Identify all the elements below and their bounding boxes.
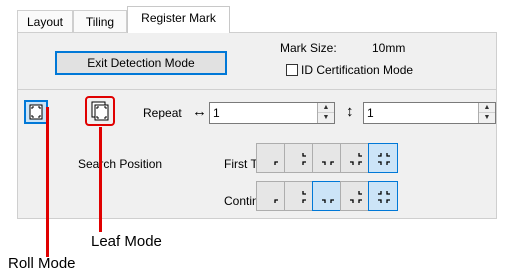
repeat-label: Repeat bbox=[143, 106, 182, 120]
repeat-vertical-spinner[interactable]: 1 ▲ ▼ bbox=[363, 102, 496, 124]
leaf-mode-button[interactable] bbox=[85, 96, 115, 126]
spin-down-icon[interactable]: ▼ bbox=[318, 113, 334, 123]
repeat-horizontal-spinner[interactable]: 1 ▲ ▼ bbox=[209, 102, 335, 124]
search-position-label: Search Position bbox=[78, 157, 163, 171]
corner-mark-icon bbox=[322, 161, 334, 165]
corner-mark-icon bbox=[378, 153, 390, 165]
leaf-mode-annotation: Leaf Mode bbox=[91, 233, 162, 250]
search-position-cell[interactable] bbox=[340, 143, 370, 173]
corner-mark-icon bbox=[378, 191, 390, 203]
repeat-horizontal-value: 1 bbox=[213, 106, 220, 120]
search-position-cell[interactable] bbox=[312, 181, 342, 211]
exit-detection-mode-button[interactable]: Exit Detection Mode bbox=[55, 51, 227, 75]
search-position-cell[interactable] bbox=[340, 181, 370, 211]
separator bbox=[18, 89, 496, 90]
corner-mark-icon bbox=[350, 191, 362, 203]
roll-mode-icon bbox=[29, 104, 43, 120]
corner-mark-icon bbox=[302, 153, 306, 165]
roll-mode-button[interactable] bbox=[24, 100, 48, 124]
search-position-cell[interactable] bbox=[256, 181, 286, 211]
spin-up-icon[interactable]: ▲ bbox=[318, 103, 334, 113]
mark-size-label: Mark Size: bbox=[280, 41, 337, 55]
leaf-mode-icon bbox=[91, 101, 109, 121]
horizontal-arrow-icon: ↔ bbox=[192, 103, 207, 120]
corner-mark-icon bbox=[274, 199, 278, 203]
search-position-cell[interactable] bbox=[368, 181, 398, 211]
tab-register-mark[interactable]: Register Mark bbox=[127, 6, 230, 33]
search-position-cell[interactable] bbox=[284, 143, 314, 173]
corner-mark-icon bbox=[322, 199, 334, 203]
search-position-cell[interactable] bbox=[284, 181, 314, 211]
id-certification-checkbox[interactable] bbox=[286, 64, 298, 76]
id-certification-label: ID Certification Mode bbox=[301, 63, 414, 77]
corner-mark-icon bbox=[350, 153, 362, 165]
search-position-cell[interactable] bbox=[312, 143, 342, 173]
register-mark-panel: Exit Detection Mode Mark Size: 10mm ID C… bbox=[17, 32, 497, 219]
roll-mode-annotation: Roll Mode bbox=[8, 255, 76, 272]
roll-mode-pointer-line bbox=[46, 107, 49, 257]
spin-up-icon[interactable]: ▲ bbox=[479, 103, 495, 113]
corner-mark-icon bbox=[274, 161, 278, 165]
leaf-mode-pointer-line bbox=[99, 127, 102, 232]
search-position-cell[interactable] bbox=[368, 143, 398, 173]
spin-down-icon[interactable]: ▼ bbox=[479, 113, 495, 123]
search-position-cell[interactable] bbox=[256, 143, 286, 173]
corner-mark-icon bbox=[302, 191, 306, 203]
mark-size-value: 10mm bbox=[372, 41, 406, 55]
repeat-vertical-value: 1 bbox=[367, 106, 374, 120]
vertical-arrow-icon: ↕ bbox=[346, 103, 354, 120]
tab-tiling[interactable]: Tiling bbox=[73, 10, 127, 32]
tab-layout[interactable]: Layout bbox=[17, 10, 73, 32]
